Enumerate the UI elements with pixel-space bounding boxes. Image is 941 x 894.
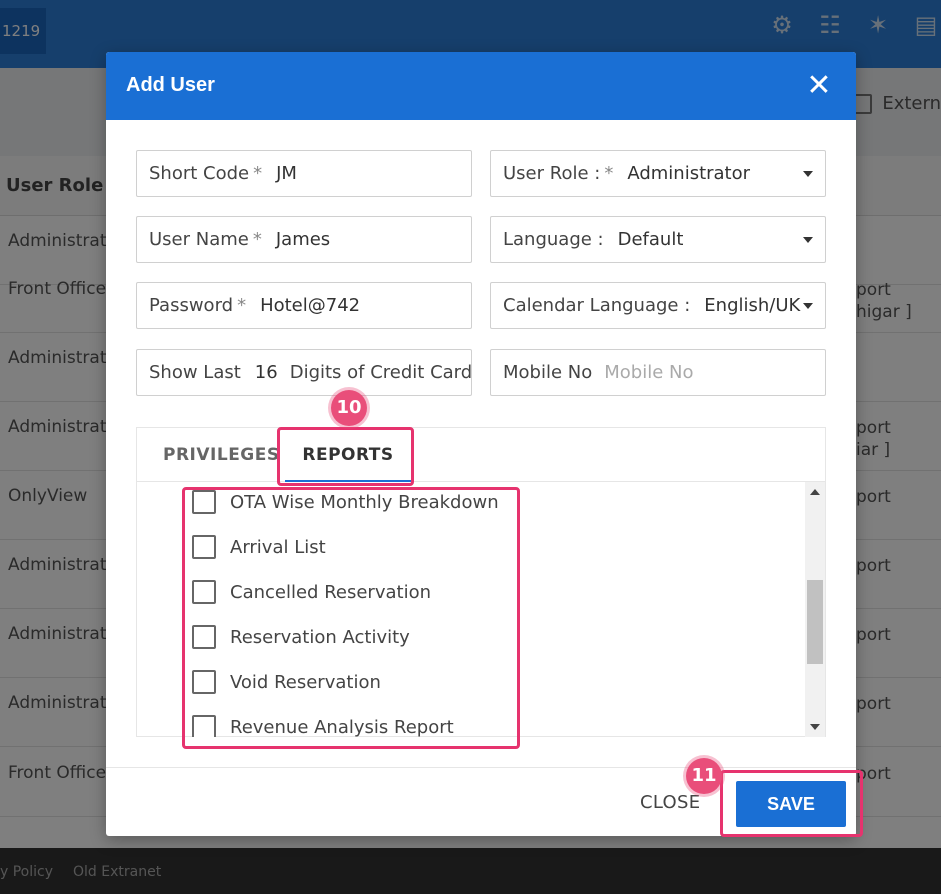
calendar-language-select[interactable]: Calendar Language : English/UK [490, 282, 826, 329]
short-code-field[interactable]: Short Code * JM [136, 150, 472, 197]
language-value[interactable]: Default [618, 229, 684, 250]
tab-bar: PRIVILEGES REPORTS [137, 428, 825, 482]
user-name-field[interactable]: User Name * James [136, 216, 472, 263]
password-label: Password [149, 295, 234, 316]
scroll-up-icon[interactable] [810, 489, 820, 495]
user-name-label: User Name [149, 229, 249, 250]
dialog-title: Add User [126, 74, 215, 96]
reports-scrollbar[interactable] [805, 482, 825, 737]
show-last-suffix: Digits of Credit Card [289, 362, 473, 383]
save-button-highlight [720, 770, 863, 837]
step-marker-11: 11 [686, 758, 722, 794]
scroll-down-icon[interactable] [810, 724, 820, 730]
required-mark: * [252, 229, 262, 250]
show-last-digits-field[interactable]: Show Last 16 Digits of Credit Card [136, 349, 472, 396]
reports-tab-highlight [277, 427, 414, 486]
mobile-no-input[interactable]: Mobile No [604, 362, 693, 383]
user-name-value[interactable]: James [276, 229, 330, 250]
user-role-value[interactable]: Administrator [627, 163, 750, 184]
chevron-down-icon[interactable] [803, 303, 813, 309]
language-select[interactable]: Language : Default [490, 216, 826, 263]
required-mark: * [604, 163, 614, 184]
short-code-value[interactable]: JM [276, 163, 297, 184]
password-field[interactable]: Password * Hotel@742 [136, 282, 472, 329]
close-icon[interactable]: ✕ [804, 68, 834, 104]
mobile-no-label: Mobile No [503, 362, 593, 383]
show-last-value[interactable]: 16 [255, 362, 278, 383]
tab-privileges[interactable]: PRIVILEGES [163, 428, 280, 482]
user-role-select[interactable]: User Role : * Administrator [490, 150, 826, 197]
step-marker-10: 10 [331, 390, 367, 426]
calendar-language-value[interactable]: English/UK [704, 295, 800, 316]
close-button[interactable]: CLOSE [640, 792, 700, 813]
required-mark: * [253, 163, 263, 184]
user-role-label: User Role : [503, 163, 601, 184]
chevron-down-icon[interactable] [803, 171, 813, 177]
language-label: Language : [503, 229, 604, 250]
reports-list-highlight [182, 487, 520, 749]
calendar-language-label: Calendar Language : [503, 295, 691, 316]
required-mark: * [237, 295, 247, 316]
scroll-thumb[interactable] [807, 580, 823, 664]
short-code-label: Short Code [149, 163, 250, 184]
chevron-down-icon[interactable] [803, 237, 813, 243]
show-last-label: Show Last [149, 362, 241, 383]
mobile-no-field[interactable]: Mobile No Mobile No [490, 349, 826, 396]
dialog-header: Add User ✕ [106, 52, 856, 120]
password-value[interactable]: Hotel@742 [260, 295, 360, 316]
